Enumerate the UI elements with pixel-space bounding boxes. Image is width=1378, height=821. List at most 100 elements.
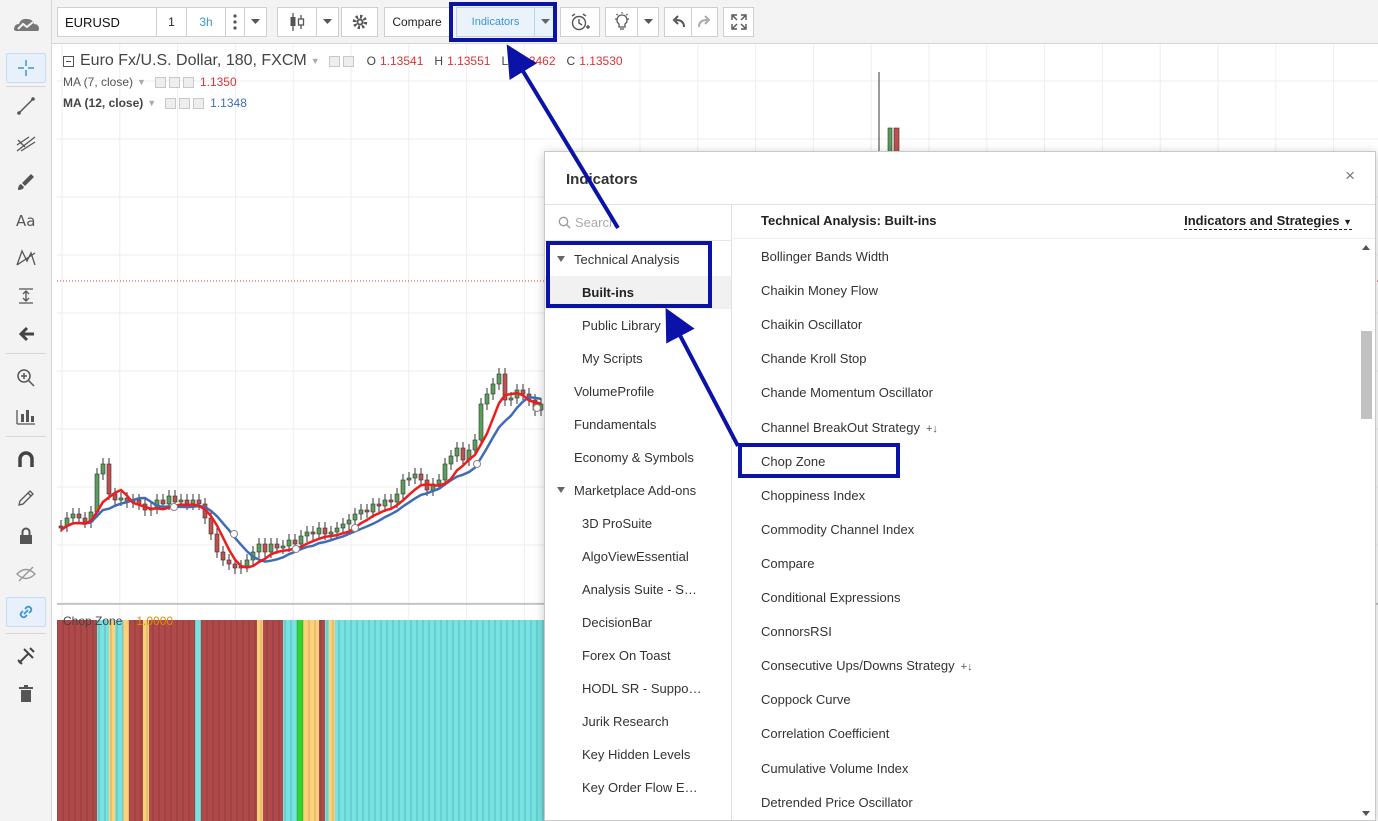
candle [478, 398, 484, 446]
indicators-dropdown-icon[interactable] [534, 7, 556, 37]
indicators-dialog: Indicators × Technical Analysis Built-ins… [544, 151, 1376, 821]
indicator-item[interactable]: Bollinger Bands Width [761, 247, 889, 267]
candle-body [508, 397, 514, 401]
arrow-left-icon[interactable] [6, 319, 46, 349]
more-intervals-icon[interactable] [225, 7, 245, 37]
indicator-item[interactable]: Coppock Curve [761, 690, 851, 710]
indicator-label: Chaikin Money Flow [761, 283, 879, 299]
category-item[interactable]: Technical Analysis [545, 243, 731, 276]
indicator-item[interactable]: Chande Momentum Oscillator [761, 383, 933, 403]
indicator-item[interactable]: Correlation Coefficient [761, 724, 889, 744]
pencil-icon[interactable] [6, 483, 46, 513]
text-icon[interactable]: Aa [6, 205, 46, 235]
scroll-thumb[interactable] [1361, 331, 1372, 419]
collapse-legend-icon[interactable] [63, 55, 74, 67]
candle-body [160, 499, 166, 505]
scroll-up-icon[interactable] [1362, 245, 1370, 250]
interval-3h-button[interactable]: 3h [186, 7, 226, 37]
close-icon[interactable]: × [1345, 166, 1355, 186]
category-item[interactable]: DecisionBar [545, 606, 731, 639]
indicator-item[interactable]: Commodity Channel Index [761, 520, 914, 540]
category-item[interactable]: Marketplace Add-ons [545, 474, 731, 507]
category-item[interactable]: 3D ProSuite [545, 507, 731, 540]
chopzone-legend[interactable]: Chop Zone 1.0000 [63, 614, 173, 628]
ma7-legend[interactable]: MA (7, close) ▼ 1.1350 [63, 75, 237, 89]
close-value: 1.13530 [579, 54, 623, 68]
undo-icon[interactable] [664, 7, 692, 37]
category-item[interactable]: Jurik Research [545, 705, 731, 738]
ma12-legend[interactable]: MA (12, close) ▼ 1.1348 [63, 96, 247, 110]
candle-body [346, 519, 352, 525]
indicator-item[interactable]: Conditional Expressions [761, 588, 900, 608]
magnet-icon[interactable] [6, 445, 46, 475]
compare-button[interactable]: Compare [384, 7, 450, 37]
interval-1-button[interactable]: 1 [156, 7, 187, 37]
redo-icon[interactable] [691, 7, 718, 37]
filter-dropdown[interactable]: Indicators and Strategies ▼ [1184, 213, 1352, 230]
lightbulb-icon[interactable] [605, 7, 638, 37]
indicator-item[interactable]: Chaikin Money Flow [761, 281, 878, 301]
symbol-search-input[interactable]: EURUSD [57, 7, 157, 37]
search-input[interactable] [575, 215, 725, 230]
indicator-item[interactable]: Chaikin Oscillator [761, 315, 862, 335]
series-settings-icon[interactable] [342, 55, 354, 67]
bar-chart-icon[interactable] [6, 401, 46, 431]
category-item[interactable]: Public Library [545, 309, 731, 342]
category-item[interactable]: Forex On Toast [545, 639, 731, 672]
category-item[interactable]: Built-ins [545, 276, 731, 309]
indicator-item[interactable]: Channel BreakOut Strategy +↓ [761, 418, 938, 438]
indicator-item[interactable]: Detrended Price Oscillator [761, 793, 913, 813]
candle-body [376, 503, 382, 507]
eye-hidden-icon[interactable] [6, 559, 46, 589]
category-item[interactable]: Key Order Flow E… [545, 771, 731, 804]
indicator-item[interactable]: Chande Kroll Stop [761, 349, 867, 369]
scrollbar[interactable] [1361, 243, 1372, 818]
candle [106, 458, 112, 500]
fullscreen-icon[interactable] [723, 7, 754, 37]
indicators-button[interactable]: Indicators [456, 7, 535, 37]
candle-style-icon[interactable] [277, 7, 317, 37]
measure-icon[interactable] [6, 281, 46, 311]
fib-icon[interactable] [6, 129, 46, 159]
category-item[interactable]: Key Hidden Levels [545, 738, 731, 771]
ma12-settings-icon[interactable] [179, 97, 191, 109]
indicator-item[interactable]: Cumulative Volume Index [761, 759, 908, 779]
ma7-eye-icon[interactable] [154, 76, 166, 88]
scroll-down-icon[interactable] [1362, 811, 1370, 816]
zoom-icon[interactable] [6, 363, 46, 393]
category-item[interactable]: Fundamentals [545, 408, 731, 441]
cloud-logo-icon[interactable] [6, 9, 46, 39]
category-item[interactable]: AlgoViewEssential [545, 540, 731, 573]
interval-dropdown-icon[interactable] [244, 7, 267, 37]
category-item[interactable]: My Scripts [545, 342, 731, 375]
ma7-remove-icon[interactable] [182, 76, 194, 88]
settings-gear-icon[interactable] [341, 7, 378, 37]
indicator-item[interactable]: Chop Zone [761, 452, 825, 472]
ma12-eye-icon[interactable] [165, 97, 177, 109]
candle-body [412, 473, 418, 479]
pattern-icon[interactable] [6, 243, 46, 273]
candle [82, 512, 88, 528]
ma12-remove-icon[interactable] [193, 97, 205, 109]
indicator-item[interactable]: Choppiness Index [761, 486, 865, 506]
crosshair-icon[interactable] [6, 53, 46, 83]
category-item[interactable]: HODL SR - Suppo… [545, 672, 731, 705]
candle-body [334, 527, 340, 533]
tools-icon[interactable] [6, 641, 46, 671]
chart-style-dropdown-icon[interactable] [316, 7, 339, 37]
series-eye-icon[interactable] [328, 55, 340, 67]
alert-clock-icon[interactable] [560, 7, 600, 37]
trend-line-icon[interactable] [6, 91, 46, 121]
category-item[interactable]: Analysis Suite - S… [545, 573, 731, 606]
brush-icon[interactable] [6, 167, 46, 197]
category-item[interactable]: VolumeProfile [545, 375, 731, 408]
indicator-item[interactable]: ConnorsRSI [761, 622, 832, 642]
indicator-item[interactable]: Consecutive Ups/Downs Strategy +↓ [761, 656, 973, 676]
ma7-settings-icon[interactable] [168, 76, 180, 88]
lock-icon[interactable] [6, 521, 46, 551]
ideas-dropdown-icon[interactable] [637, 7, 659, 37]
category-item[interactable]: Economy & Symbols [545, 441, 731, 474]
trash-icon[interactable] [6, 679, 46, 709]
link-icon[interactable] [6, 597, 46, 627]
indicator-item[interactable]: Compare [761, 554, 814, 574]
